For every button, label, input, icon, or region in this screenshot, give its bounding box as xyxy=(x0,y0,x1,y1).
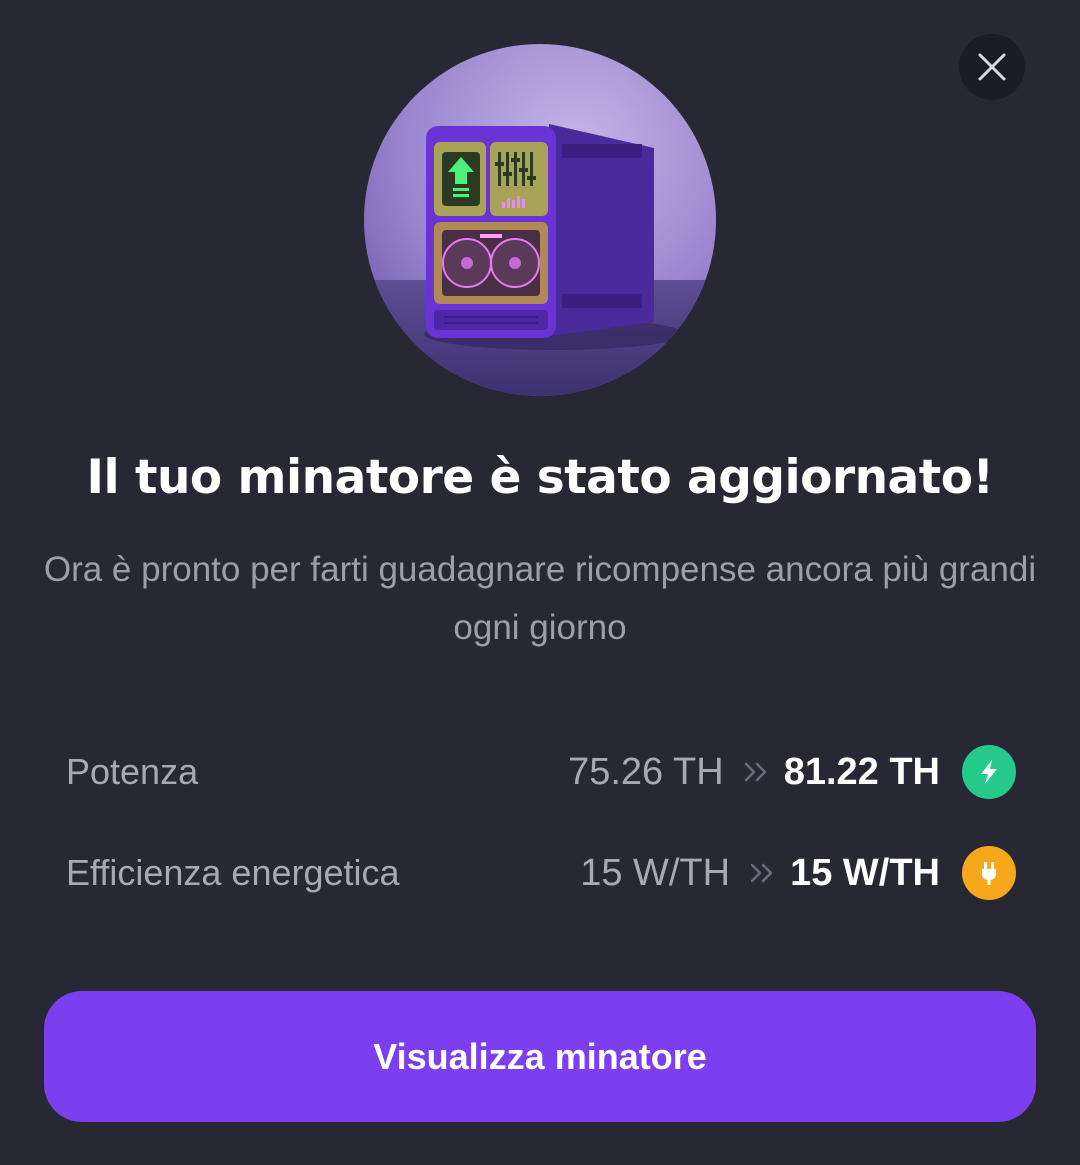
stat-label: Potenza xyxy=(66,751,199,792)
upgrade-dialog: Il tuo minatore è stato aggiornato! Ora … xyxy=(0,0,1080,1165)
stat-label: Efficienza energetica xyxy=(66,852,400,893)
lightning-bolt-icon xyxy=(962,745,1016,799)
close-icon xyxy=(978,53,1006,81)
miner-image xyxy=(364,44,716,396)
double-chevron-right-icon xyxy=(742,760,770,784)
stat-old-value: 15 W/TH xyxy=(580,851,731,894)
close-button[interactable] xyxy=(959,34,1025,100)
stat-row-efficiency: Efficienza energetica 15 W/TH 15 W/TH xyxy=(66,843,1016,903)
view-miner-button[interactable]: Visualizza minatore xyxy=(44,991,1036,1122)
stat-new-value: 15 W/TH xyxy=(790,851,940,894)
stat-row-power: Potenza 75.26 TH 81.22 TH xyxy=(66,742,1016,802)
power-plug-icon xyxy=(962,846,1016,900)
dialog-subtitle: Ora è pronto per farti guadagnare ricomp… xyxy=(43,550,1037,647)
stat-new-value: 81.22 TH xyxy=(783,750,940,793)
dialog-title: Il tuo minatore è stato aggiornato! xyxy=(86,450,994,505)
double-chevron-right-icon xyxy=(748,861,776,885)
stat-old-value: 75.26 TH xyxy=(568,750,724,793)
